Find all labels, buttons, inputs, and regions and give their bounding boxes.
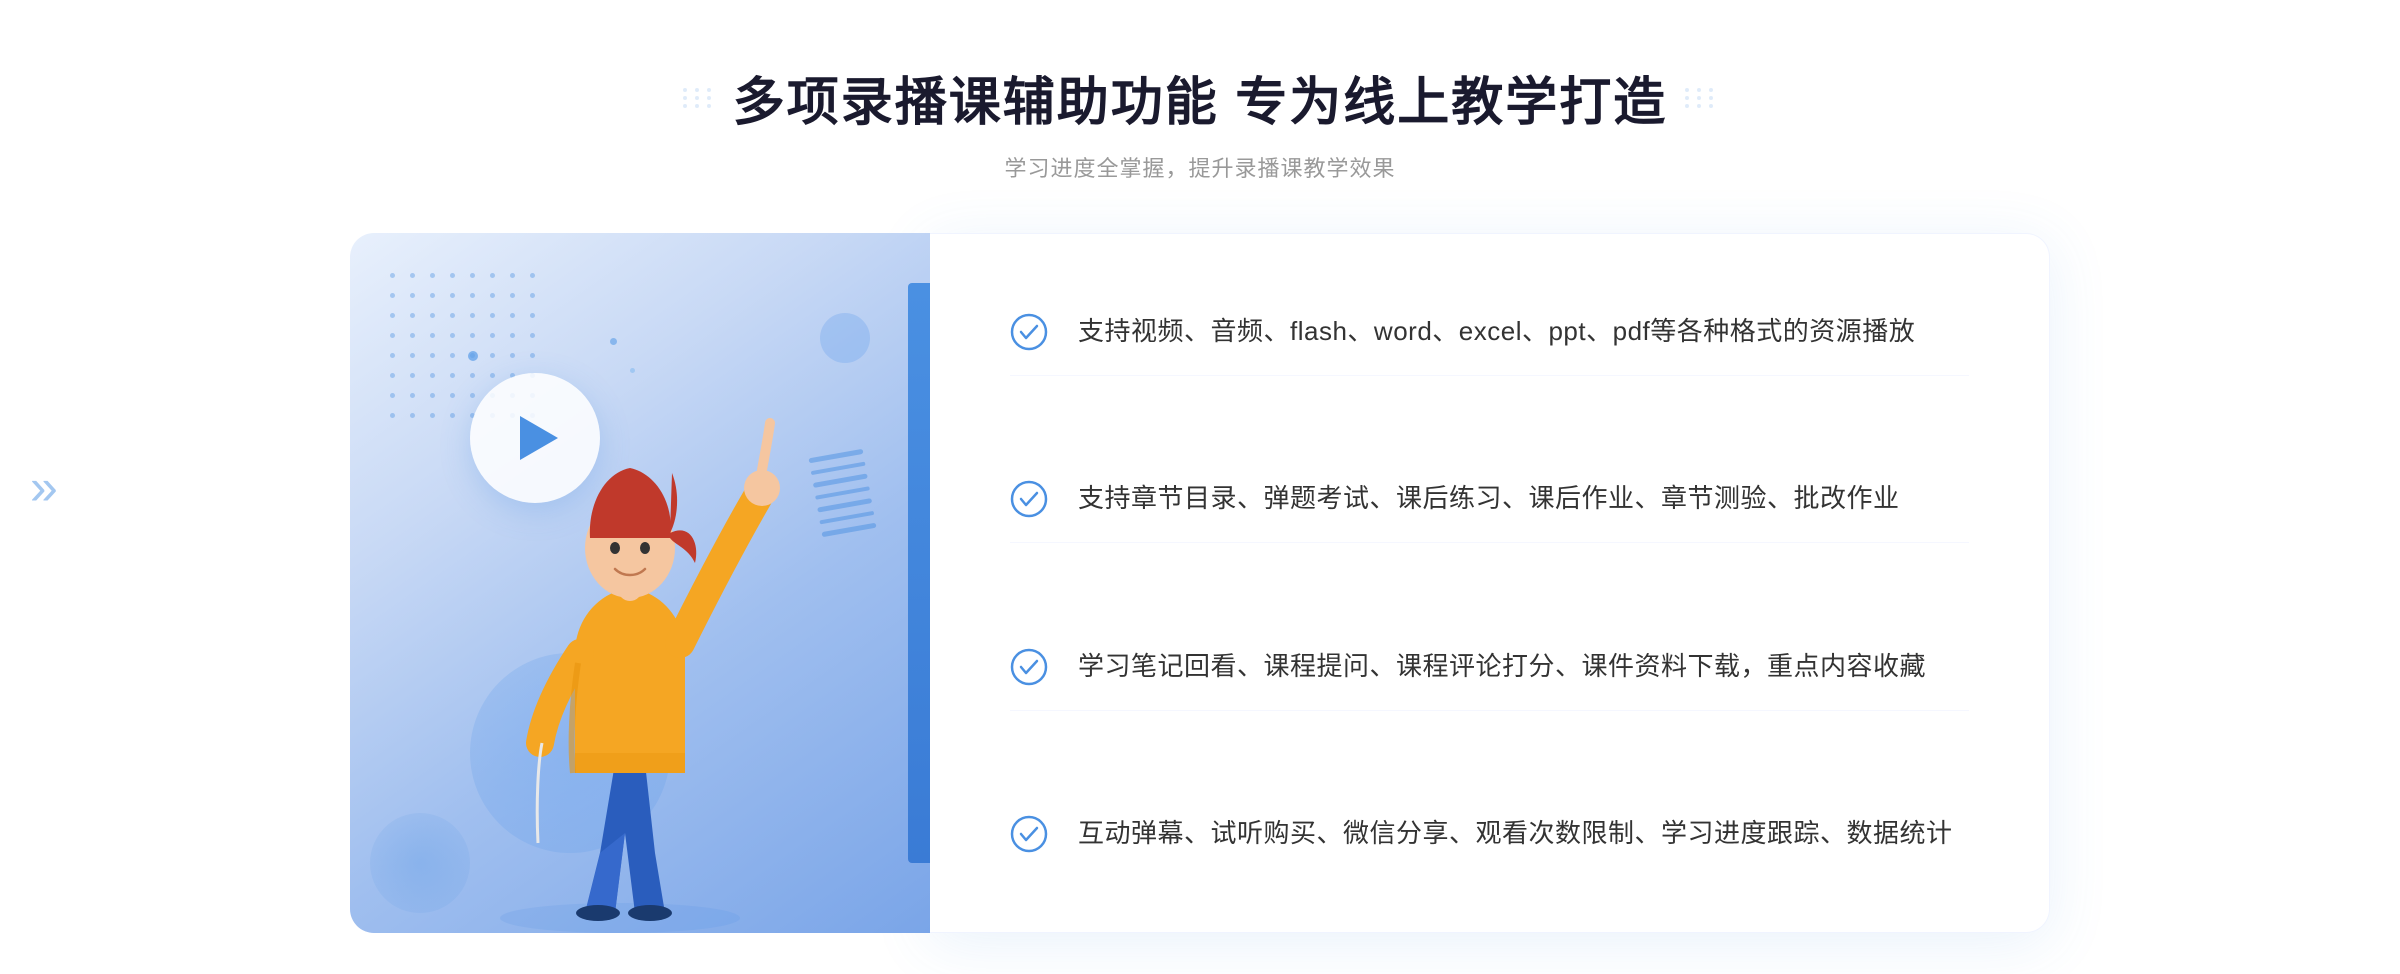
feature-text-3: 学习笔记回看、课程提问、课程评论打分、课件资料下载，重点内容收藏	[1078, 646, 1926, 688]
dot-grid-right	[1685, 88, 1717, 108]
check-icon-3	[1010, 648, 1050, 688]
page-title: 多项录播课辅助功能 专为线上教学打造	[733, 60, 1667, 135]
feature-item-4: 互动弹幕、试听购买、微信分享、观看次数限制、学习进度跟踪、数据统计	[1010, 791, 1969, 877]
blue-accent-bar	[908, 283, 930, 863]
title-row: 多项录播课辅助功能 专为线上教学打造	[683, 60, 1717, 135]
title-left-decoration	[683, 88, 715, 108]
sparkle-1	[468, 351, 478, 361]
title-right-decoration	[1685, 88, 1717, 108]
feature-text-2: 支持章节目录、弹题考试、课后练习、课后作业、章节测验、批改作业	[1078, 478, 1900, 520]
feature-text-4: 互动弹幕、试听购买、微信分享、观看次数限制、学习进度跟踪、数据统计	[1078, 813, 1953, 855]
side-chevron-decoration: »	[30, 458, 58, 516]
check-icon-1	[1010, 313, 1050, 353]
feature-text-1: 支持视频、音频、flash、word、excel、ppt、pdf等各种格式的资源…	[1078, 311, 1915, 353]
page-container: » 多项录播课辅助功能 专为线上教学打造 学习进度全	[0, 0, 2400, 974]
dot-grid-left	[683, 88, 715, 108]
illustration-panel	[350, 233, 930, 933]
check-icon-4	[1010, 815, 1050, 855]
human-figure-illustration	[430, 373, 810, 933]
page-subtitle: 学习进度全掌握，提升录播课教学效果	[1004, 151, 1395, 183]
features-panel: 支持视频、音频、flash、word、excel、ppt、pdf等各种格式的资源…	[930, 233, 2050, 933]
feature-item-2: 支持章节目录、弹题考试、课后练习、课后作业、章节测验、批改作业	[1010, 456, 1969, 543]
small-circle-deco	[820, 313, 870, 363]
sparkle-2	[610, 338, 617, 345]
feature-item-3: 学习笔记回看、课程提问、课程评论打分、课件资料下载，重点内容收藏	[1010, 624, 1969, 711]
content-area: 支持视频、音频、flash、word、excel、ppt、pdf等各种格式的资源…	[350, 233, 2050, 933]
feature-item-1: 支持视频、音频、flash、word、excel、ppt、pdf等各种格式的资源…	[1010, 289, 1969, 376]
stripes-decoration	[808, 449, 876, 537]
header-section: 多项录播课辅助功能 专为线上教学打造 学习进度全掌握，提升录播课教学效果	[0, 60, 2400, 183]
check-icon-2	[1010, 480, 1050, 520]
